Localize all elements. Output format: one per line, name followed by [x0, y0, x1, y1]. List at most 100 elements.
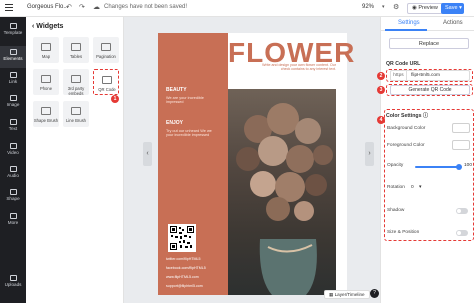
widget-tables[interactable]: Tables [63, 37, 89, 63]
sidebar-item-elements[interactable]: Elements [0, 46, 26, 68]
sidebar-item-label: Shape [6, 196, 20, 201]
qr-url-label: QR Code URL [386, 61, 421, 67]
foreground-color-label: Foreground Color [387, 143, 425, 148]
sidebar-item-link[interactable]: Link [0, 72, 26, 84]
sidebar-item-label: Uploads [4, 282, 22, 287]
collapse-right-panel-button[interactable]: › [365, 142, 374, 166]
save-status: Changes have not been saved! [104, 4, 188, 10]
sidebar-item-image[interactable]: Image [0, 95, 26, 107]
shadow-toggle[interactable] [456, 208, 468, 214]
widget-map[interactable]: Map [33, 37, 59, 63]
widget-shape-brush[interactable]: Shape Brush [33, 101, 59, 127]
sidebar-item-audio[interactable]: Audio [0, 166, 26, 178]
tab-actions[interactable]: Actions [443, 20, 463, 26]
image-icon [9, 95, 17, 101]
opacity-value[interactable]: 100 [464, 163, 472, 168]
widget-line-brush[interactable]: Line Brush [63, 101, 89, 127]
zoom-level[interactable]: 92% [362, 4, 374, 10]
map-icon [41, 43, 51, 51]
size-position-label: Size & Position [387, 230, 420, 235]
section-body[interactable]: Try out our unheard We we your incredibl… [166, 129, 218, 138]
save-button[interactable]: Save ▾ [441, 3, 464, 14]
widget-label: Pagination [96, 54, 116, 59]
settings-icon[interactable]: ⚙ [393, 3, 399, 11]
design-page[interactable]: BEAUTY We are your incredible impressed … [158, 33, 354, 295]
url-prefix-select[interactable]: https [391, 71, 407, 80]
step-badge: 4 [377, 116, 385, 124]
flower-photo[interactable] [228, 89, 336, 295]
chevron-left-icon: ‹ [146, 150, 149, 157]
widget-pagination[interactable]: Pagination [93, 37, 119, 63]
sidebar-item-label: Video [7, 150, 19, 155]
widget-qr-code[interactable]: QR Code [93, 69, 119, 95]
section-heading[interactable]: ENJOY [166, 120, 183, 126]
shadow-label: Shadow [387, 208, 405, 213]
rotation-label: Rotation [387, 185, 405, 190]
background-color-label: Background Color [387, 126, 426, 131]
opacity-slider[interactable] [415, 166, 461, 168]
menu-icon[interactable] [5, 4, 13, 12]
replace-button[interactable]: Replace [389, 38, 469, 49]
more-icon [9, 213, 17, 219]
widget-label: 3rd party embeds [67, 86, 85, 96]
pagination-icon [101, 43, 111, 51]
qr-url-field[interactable]: https flipHtml5.com [390, 70, 470, 81]
widget-embeds[interactable]: 3rd party embeds [63, 69, 89, 95]
url-input[interactable]: flipHtml5.com [411, 71, 440, 81]
collapse-left-panel-button[interactable]: ‹ [143, 142, 152, 166]
layer-timeline-label: Layer/Timeline [334, 292, 365, 297]
active-tab-indicator [385, 29, 427, 31]
help-button[interactable]: ? [370, 289, 379, 298]
contact-line[interactable]: support@fliphtml5.com [166, 284, 203, 288]
sidebar-item-label: Link [8, 79, 18, 84]
generate-qr-button[interactable]: Generate QR Code [390, 85, 470, 95]
color-settings-label: Color Settings ⓘ [386, 112, 428, 119]
info-icon: ⓘ [422, 113, 429, 119]
page-subtitle[interactable]: Write and design your own flower content… [260, 63, 336, 71]
sidebar-item-more[interactable]: More [0, 213, 26, 225]
size-position-toggle[interactable] [456, 230, 468, 236]
section-body[interactable]: We are your incredible impressed [166, 96, 218, 105]
contact-line[interactable]: facebook.com/flipHTML5 [166, 266, 206, 270]
rotation-value[interactable]: 0 [411, 185, 414, 190]
background-color-picker[interactable] [452, 123, 470, 133]
document-title[interactable]: Gorgeous Flo... [27, 4, 68, 10]
foreground-color-picker[interactable] [452, 140, 470, 150]
qr-code-element[interactable] [168, 224, 196, 252]
sidebar-item-shape[interactable]: Shape [0, 189, 26, 201]
save-label: Save [445, 5, 458, 11]
chevron-down-icon[interactable]: ▾ [419, 184, 422, 190]
cloud-icon: ☁ [93, 4, 100, 11]
section-heading[interactable]: BEAUTY [166, 87, 187, 93]
sidebar-item-label: More [7, 220, 19, 225]
preview-button[interactable]: ◉ Preview [407, 3, 443, 14]
widgets-title-text: Widgets [36, 23, 64, 30]
elements-icon [9, 49, 17, 55]
tab-settings[interactable]: Settings [398, 20, 420, 26]
opacity-slider-handle[interactable] [456, 164, 462, 170]
upload-icon [9, 275, 17, 281]
color-settings-text: Color Settings [386, 113, 422, 119]
redo-icon[interactable]: ↷ [79, 3, 85, 11]
widget-phone[interactable]: Phone [33, 69, 59, 95]
widgets-panel-title[interactable]: ‹ Widgets [32, 23, 63, 30]
contact-line[interactable]: twitter.com/flipHTML5 [166, 257, 201, 261]
contact-line[interactable]: www.flipHTML5.com [166, 275, 199, 279]
widget-label: Map [41, 54, 51, 59]
sidebar-item-label: Template [3, 30, 23, 35]
flower-bouquet-image [236, 103, 333, 295]
shape-icon [9, 189, 17, 195]
sidebar-item-template[interactable]: Template [0, 23, 26, 35]
qr-code-icon [102, 76, 112, 84]
top-bar: Gorgeous Flo... ↶ ↷ ☁ Changes have not b… [0, 0, 474, 17]
left-color-band: BEAUTY We are your incredible impressed … [158, 33, 228, 295]
phone-icon [41, 75, 51, 83]
sidebar-item-text[interactable]: Text [0, 119, 26, 131]
sidebar-item-uploads[interactable]: Uploads [0, 275, 26, 287]
sidebar-item-video[interactable]: Video [0, 143, 26, 155]
brush-icon [41, 107, 51, 115]
widgets-panel: ‹ Widgets Map Tables Pagination Phone 3r… [26, 17, 124, 303]
chevron-down-icon[interactable]: ▾ [382, 4, 385, 10]
undo-icon[interactable]: ↶ [66, 3, 72, 11]
layer-timeline-toggle[interactable]: ▦ Layer/Timeline [324, 290, 370, 299]
